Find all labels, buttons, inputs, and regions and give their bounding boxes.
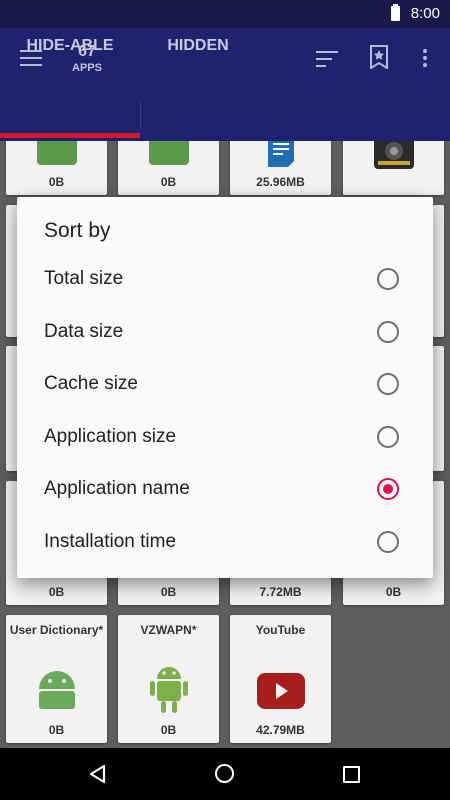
option-label: Application size — [44, 426, 177, 447]
app-size: 0B — [48, 175, 65, 189]
radio-button[interactable] — [377, 321, 399, 343]
app-size: 42.79MB — [256, 723, 305, 737]
option-label: Application name — [44, 478, 190, 499]
battery-full-icon — [391, 4, 400, 21]
sort-icon[interactable] — [316, 51, 338, 67]
youtube-icon — [256, 673, 305, 709]
option-label: Cache size — [44, 373, 138, 394]
app-name: User Dictionary* — [9, 623, 104, 637]
more-vert-icon[interactable] — [422, 49, 428, 69]
app-card[interactable]: 0B — [118, 141, 219, 195]
app-bar: 67 APPS HIDE-ABLE HIDDEN — [0, 28, 450, 141]
app-card[interactable] — [343, 141, 444, 195]
app-size: 0B — [48, 585, 65, 599]
bookmark-star-icon[interactable] — [369, 45, 389, 70]
sort-option-application-name[interactable]: Application name — [17, 464, 433, 516]
app-size: 7.72MB — [259, 585, 302, 599]
sort-option-installation-time[interactable]: Installation time — [17, 517, 433, 569]
app-name: VZWAPN* — [140, 623, 197, 637]
tab-divider — [140, 102, 141, 128]
back-icon[interactable] — [88, 764, 108, 784]
dialog-title: Sort by — [44, 219, 111, 242]
tab-indicator — [0, 133, 140, 138]
tab-hide-able[interactable]: HIDE-ABLE — [0, 28, 140, 71]
home-icon[interactable] — [215, 764, 234, 783]
android-icon — [148, 141, 189, 165]
document-icon — [267, 141, 294, 167]
app-card-vzwapn[interactable]: VZWAPN* 0B — [118, 615, 219, 743]
sort-option-data-size[interactable]: Data size — [17, 307, 433, 359]
app-card-user-dictionary[interactable]: User Dictionary* 0B — [6, 615, 107, 743]
radio-button[interactable] — [377, 373, 399, 395]
radio-button-selected[interactable] — [377, 478, 399, 500]
sort-dialog: Sort by Total size Data size Cache size … — [17, 197, 433, 578]
radio-button[interactable] — [377, 268, 399, 290]
app-size: 0B — [48, 723, 65, 737]
tab-hidden[interactable]: HIDDEN — [142, 28, 254, 71]
sort-option-application-size[interactable]: Application size — [17, 412, 433, 464]
app-size: 0B — [160, 723, 177, 737]
app-card[interactable]: 0B — [6, 141, 107, 195]
option-label: Data size — [44, 321, 124, 342]
app-size: 0B — [160, 175, 177, 189]
android-icon — [36, 141, 77, 165]
option-label: Total size — [44, 268, 124, 289]
status-bar: 8:00 — [0, 0, 450, 28]
option-label: Installation time — [44, 531, 177, 552]
radio-button[interactable] — [377, 531, 399, 553]
app-size: 0B — [385, 585, 402, 599]
radio-button[interactable] — [377, 426, 399, 448]
app-size: 25.96MB — [256, 175, 305, 189]
android-robot-icon — [149, 667, 188, 713]
recents-icon[interactable] — [343, 766, 360, 783]
android-icon — [38, 671, 75, 709]
device-icon — [373, 141, 414, 169]
app-card-youtube[interactable]: YouTube 42.79MB — [230, 615, 331, 743]
sort-option-total-size[interactable]: Total size — [17, 254, 433, 306]
app-name: YouTube — [255, 623, 306, 637]
navigation-bar — [0, 748, 450, 800]
app-card[interactable]: 25.96MB — [230, 141, 331, 195]
status-time: 8:00 — [410, 5, 440, 22]
app-size: 0B — [160, 585, 177, 599]
sort-option-cache-size[interactable]: Cache size — [17, 359, 433, 411]
